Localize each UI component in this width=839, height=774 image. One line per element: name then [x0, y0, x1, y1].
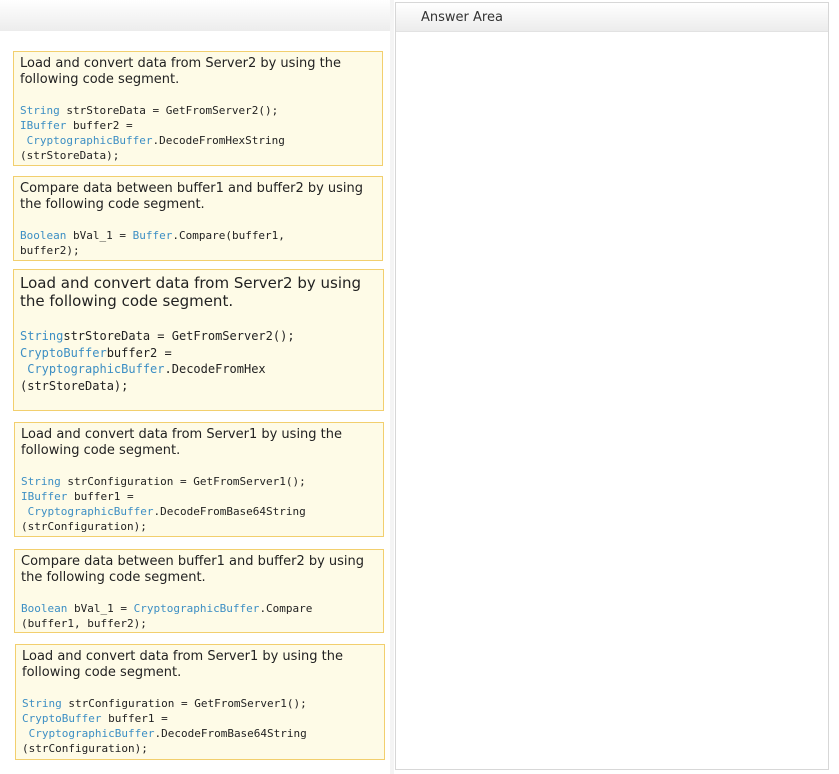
card-description: Load and convert data from Server2 by us…: [20, 56, 342, 87]
answer-drop-zone[interactable]: [396, 32, 828, 769]
code-text: strConfiguration = GetFromServer1();: [60, 475, 306, 488]
area-divider: [390, 0, 394, 774]
code-text: (strConfiguration);: [22, 742, 148, 755]
code-type-keyword: Buffer: [132, 229, 173, 242]
code-segment: String strConfiguration = GetFromServer1…: [21, 474, 377, 534]
card-description: Load and convert data from Server2 by us…: [20, 274, 362, 310]
code-line: IBuffer buffer2 =: [20, 118, 376, 133]
code-segment: Boolean bVal_1 = CryptographicBuffer.Com…: [21, 601, 377, 631]
code-line: String strStoreData = GetFromServer2();: [20, 103, 376, 118]
code-text: .Compare: [259, 602, 313, 615]
code-line: (strConfiguration);: [21, 519, 377, 534]
code-type-keyword: String: [22, 697, 62, 710]
code-text: buffer1 =: [101, 712, 168, 725]
code-line: CryptographicBuffer.DecodeFromBase64Stri…: [22, 726, 378, 741]
code-line: (buffer1, buffer2);: [21, 616, 377, 631]
code-segment-card-load-server2-cryptobuffer[interactable]: Load and convert data from Server2 by us…: [13, 269, 384, 411]
card-description: Compare data between buffer1 and buffer2…: [21, 554, 365, 585]
code-line: (strConfiguration);: [22, 741, 378, 756]
code-text: (strConfiguration);: [21, 520, 147, 533]
code-type-keyword: CryptographicBuffer: [27, 362, 165, 376]
code-text: (strStoreData);: [20, 378, 129, 393]
code-type-keyword: CryptographicBuffer: [27, 505, 154, 518]
code-type-keyword: Boolean: [20, 229, 67, 242]
code-line: Boolean bVal_1 = CryptographicBuffer.Com…: [21, 601, 377, 616]
code-segment-card-load-server1-ibuffer[interactable]: Load and convert data from Server1 by us…: [14, 422, 384, 537]
code-segment-card-compare-cryptographicbuffer[interactable]: Compare data between buffer1 and buffer2…: [14, 549, 384, 633]
code-segment: String strConfiguration = GetFromServer1…: [22, 696, 378, 756]
code-segment-card-load-server2-ibuffer[interactable]: Load and convert data from Server2 by us…: [13, 51, 383, 166]
code-text: buffer1 =: [67, 490, 134, 503]
code-type-keyword: Boolean: [21, 602, 68, 615]
code-line: CryptoBuffer buffer1 =: [22, 711, 378, 726]
answer-area-header: Answer Area: [396, 3, 828, 32]
code-text: bVal_1 =: [66, 229, 133, 242]
code-line: (strStoreData);: [20, 378, 377, 395]
code-segment: StringstrStoreData = GetFromServer2(); Cr…: [20, 328, 377, 394]
source-area-header: [0, 0, 390, 32]
code-segment: String strStoreData = GetFromServer2(); I…: [20, 103, 376, 163]
code-type-keyword: IBuffer: [21, 490, 68, 503]
code-type-keyword: CryptoBuffer: [20, 345, 107, 360]
code-segment: Boolean bVal_1 = Buffer.Compare(buffer1,…: [20, 228, 376, 258]
code-line: CryptographicBuffer.DecodeFromHex: [20, 361, 377, 378]
answer-area-title: Answer Area: [421, 10, 503, 25]
code-text: buffer2);: [20, 244, 80, 257]
code-line: String strConfiguration = GetFromServer1…: [22, 696, 378, 711]
code-text: .DecodeFromBase64String: [153, 505, 306, 518]
code-text: .DecodeFromHexString: [152, 134, 285, 147]
code-line: String strConfiguration = GetFromServer1…: [21, 474, 377, 489]
code-line: IBuffer buffer1 =: [21, 489, 377, 504]
code-text: strStoreData = GetFromServer2();: [59, 104, 279, 117]
code-segment-card-compare-buffer[interactable]: Compare data between buffer1 and buffer2…: [13, 176, 383, 261]
code-line: (strStoreData);: [20, 148, 376, 163]
code-line: CryptographicBuffer.DecodeFromHexString: [20, 133, 376, 148]
code-line: CryptographicBuffer.DecodeFromBase64Stri…: [21, 504, 377, 519]
card-description: Load and convert data from Server1 by us…: [22, 649, 344, 680]
code-text: strStoreData = GetFromServer2();: [63, 329, 295, 343]
code-type-keyword: CryptographicBuffer: [133, 602, 260, 615]
code-text: bVal_1 =: [67, 602, 134, 615]
code-text: .Compare(buffer1,: [172, 229, 285, 242]
code-type-keyword: CryptoBuffer: [22, 712, 102, 725]
code-line: StringstrStoreData = GetFromServer2();: [20, 328, 377, 345]
code-text: buffer2 =: [106, 345, 172, 360]
code-text: strConfiguration = GetFromServer1();: [61, 697, 307, 710]
code-line: buffer2);: [20, 243, 376, 258]
code-text: .DecodeFromBase64String: [154, 727, 307, 740]
code-line: Boolean bVal_1 = Buffer.Compare(buffer1,: [20, 228, 376, 243]
code-text: buffer2 =: [66, 119, 133, 132]
code-type-keyword: String: [21, 475, 61, 488]
code-type-keyword: CryptographicBuffer: [26, 134, 153, 147]
code-line: CryptoBufferbuffer2 =: [20, 345, 377, 362]
code-type-keyword: String: [20, 329, 64, 343]
code-text: .DecodeFromHex: [164, 362, 266, 376]
code-text: (buffer1, buffer2);: [21, 617, 147, 630]
code-segment-card-load-server1-cryptobuffer[interactable]: Load and convert data from Server1 by us…: [15, 644, 385, 760]
code-type-keyword: IBuffer: [20, 119, 67, 132]
code-type-keyword: String: [20, 104, 60, 117]
answer-area[interactable]: Answer Area: [395, 2, 829, 770]
code-text: (strStoreData);: [20, 149, 120, 162]
code-type-keyword: CryptographicBuffer: [28, 727, 155, 740]
card-description: Compare data between buffer1 and buffer2…: [20, 181, 364, 212]
card-description: Load and convert data from Server1 by us…: [21, 427, 343, 458]
drag-drop-question: Answer Area Load and convert data from S…: [0, 0, 839, 774]
